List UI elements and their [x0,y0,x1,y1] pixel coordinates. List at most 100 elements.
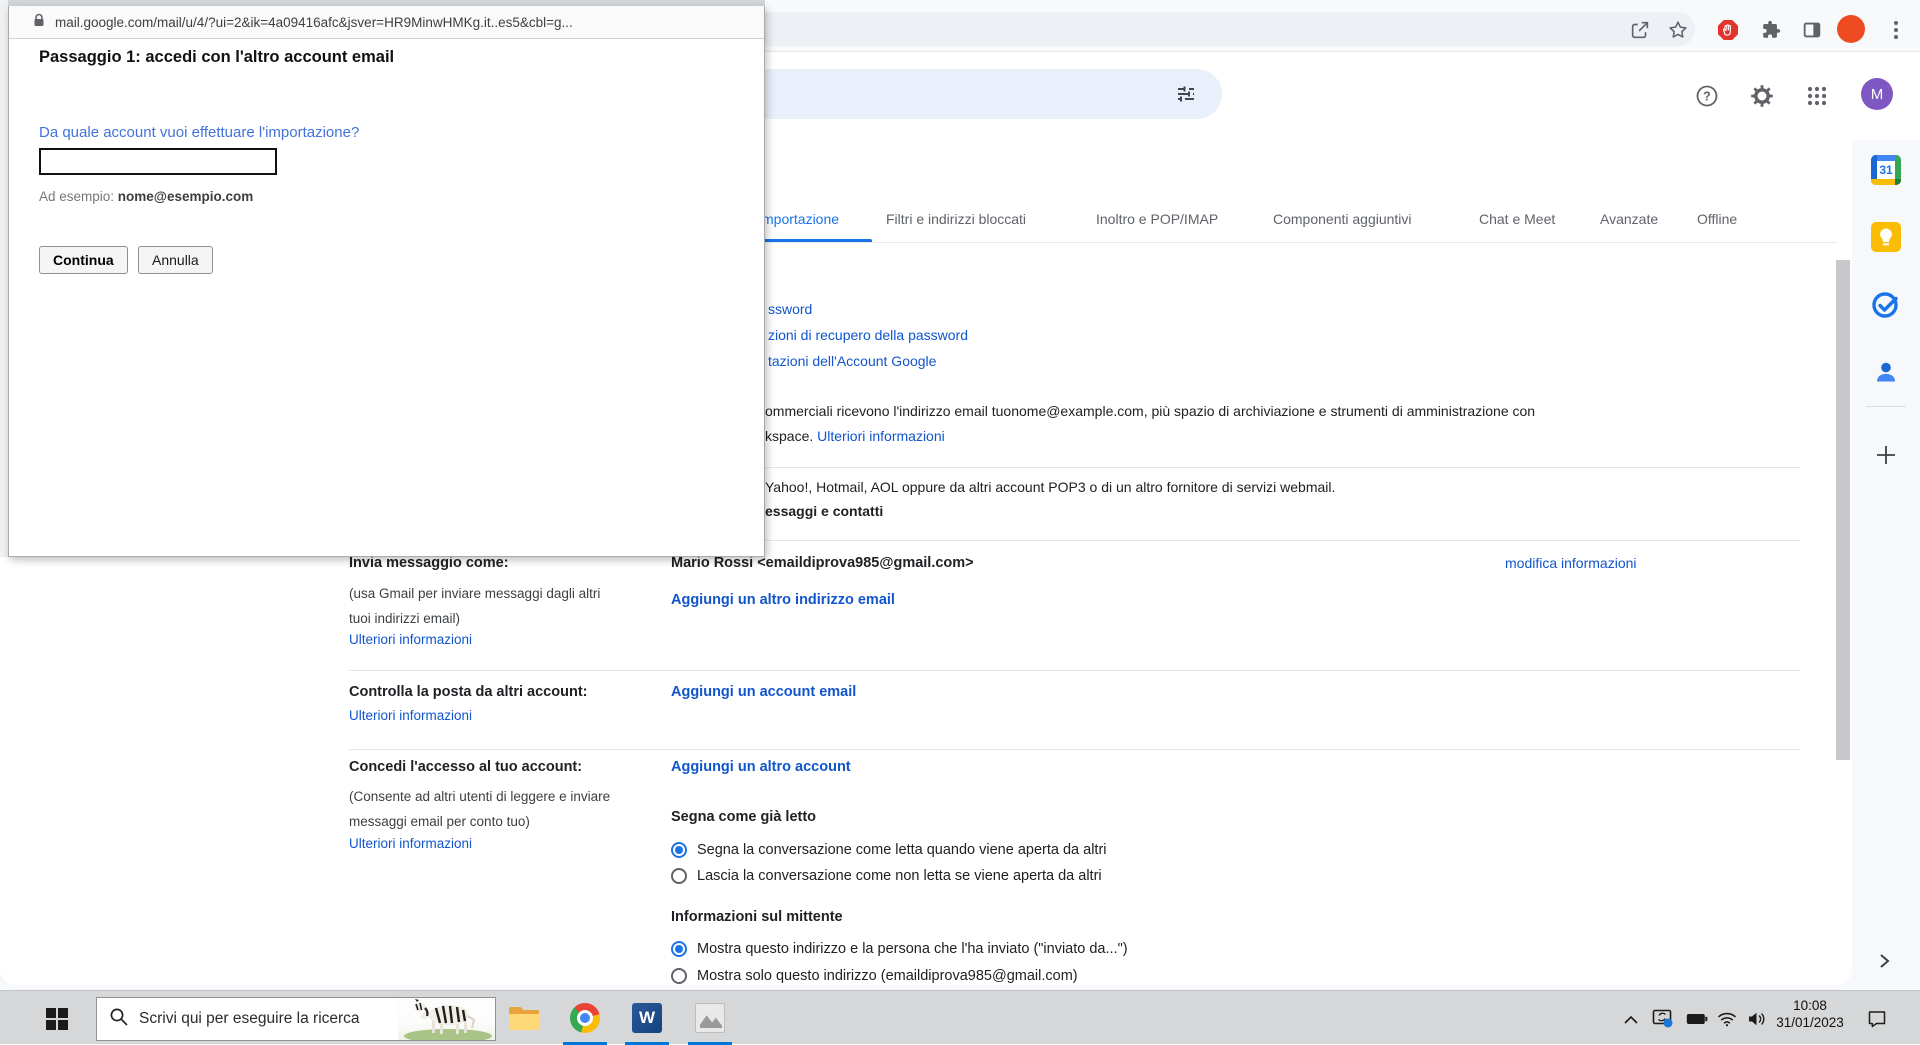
cancel-button[interactable]: Annulla [138,246,213,274]
side-panel-divider [1866,406,1906,407]
tab-advanced[interactable]: Avanzate [1600,211,1658,227]
radio-button-selected[interactable] [671,941,687,957]
contacts-icon[interactable] [1869,355,1903,389]
chrome-icon[interactable] [569,1002,601,1034]
workspace-more-link[interactable]: Ulteriori informazioni [817,428,945,444]
photos-app-icon[interactable] [694,1002,726,1034]
radio-label: Lascia la conversazione come non letta s… [697,868,1102,884]
example-hint: Ad esempio: nome@esempio.com [39,189,253,204]
display-sync-icon[interactable] [1652,1009,1674,1029]
wifi-icon[interactable] [1716,1009,1738,1029]
grant-access-description: (Consente ad altri utenti di leggere e i… [349,784,625,834]
browser-profile-avatar[interactable] [1837,15,1865,43]
search-placeholder: Scrivi qui per eseguire la ricerca [139,1010,398,1028]
windows-start-icon[interactable] [46,1008,68,1030]
radio-button[interactable] [671,868,687,884]
import-messages-contacts-link[interactable]: essaggi e contatti [765,503,883,519]
chevron-up-icon[interactable] [1620,1009,1642,1029]
row-divider [349,749,1800,750]
add-another-account-link[interactable]: Aggiungi un altro account [671,759,851,775]
zebra-image [398,998,495,1040]
adblock-icon[interactable] [1716,18,1740,42]
send-as-label: Invia messaggio come: [349,555,509,571]
search-icon [109,1007,129,1032]
example-hint-email: nome@esempio.com [118,189,253,204]
taskbar-search-box[interactable]: Scrivi qui per eseguire la ricerca [96,997,496,1041]
scrollbar[interactable] [1836,260,1850,760]
window-edge [0,0,8,557]
check-mail-more-link[interactable]: Ulteriori informazioni [349,708,472,723]
clock-date: 31/01/2023 [1770,1014,1850,1031]
tab-offline[interactable]: Offline [1697,211,1737,227]
import-text: Yahoo!, Hotmail, AOL oppure da altri acc… [765,479,1335,495]
password-recovery-link[interactable]: zioni di recupero della password [768,327,968,343]
radio-label: Mostra questo indirizzo e la persona che… [697,941,1128,957]
change-password-link[interactable]: ssword [768,301,812,317]
share-icon[interactable] [1628,18,1652,42]
grant-access-more-link[interactable]: Ulteriori informazioni [349,836,472,851]
search-options-tune-icon[interactable] [1172,80,1200,108]
sender-info-heading: Informazioni sul mittente [671,909,843,925]
side-panel-icon[interactable] [1800,18,1824,42]
extensions-puzzle-icon[interactable] [1759,18,1783,42]
import-step1-popup: mail.google.com/mail/u/4/?ui=2&ik=4a0941… [8,6,765,557]
radio-label: Mostra solo questo indirizzo (emaildipro… [697,968,1078,984]
example-hint-label: Ad esempio: [39,189,118,204]
radio-button-selected[interactable] [671,842,687,858]
mark-read-option-1[interactable]: Segna la conversazione come letta quando… [671,842,1107,858]
add-mail-account-link[interactable]: Aggiungi un account email [671,684,856,700]
battery-icon[interactable] [1686,1009,1708,1029]
email-account-input[interactable] [39,148,277,175]
apps-grid-icon[interactable] [1803,82,1831,110]
grant-access-label: Concedi l'accesso al tuo account: [349,759,582,775]
tab-account-import[interactable]: mportazione [762,211,839,227]
svg-text:?: ? [1703,90,1711,104]
lock-icon [33,13,45,32]
sender-info-option-2[interactable]: Mostra solo questo indirizzo (emaildipro… [671,968,1078,984]
add-email-address-link[interactable]: Aggiungi un altro indirizzo email [671,592,895,608]
chevron-right-icon[interactable] [1876,952,1892,975]
windows-taskbar: Scrivi qui per eseguire la ricerca W [0,990,1920,1044]
edit-info-link[interactable]: modifica informazioni [1505,555,1637,571]
keep-icon[interactable] [1869,220,1903,254]
calendar-icon[interactable]: 31 [1869,153,1903,187]
taskbar-clock[interactable]: 10:08 31/01/2023 [1770,997,1850,1031]
send-as-value: Mario Rossi <emaildiprova985@gmail.com> [671,555,974,571]
word-icon[interactable]: W [631,1002,663,1034]
mark-read-heading: Segna come già letto [671,809,816,825]
workspace-text-line1: ommerciali ricevono l'indirizzo email tu… [765,403,1535,419]
settings-gear-icon[interactable] [1748,82,1776,110]
send-as-description: (usa Gmail per inviare messaggi dagli al… [349,581,625,631]
tab-chat-meet[interactable]: Chat e Meet [1479,211,1555,227]
mark-read-option-2[interactable]: Lascia la conversazione come non letta s… [671,868,1102,884]
notification-center-icon[interactable] [1866,1009,1888,1029]
import-account-question: Da quale account vuoi effettuare l'impor… [39,124,359,141]
file-explorer-icon[interactable] [508,1002,540,1034]
google-side-panel: 31 [1854,140,1920,990]
browser-menu-icon[interactable] [1884,18,1908,42]
continue-button[interactable]: Continua [39,246,128,274]
get-addons-plus-icon[interactable] [1869,438,1903,472]
help-icon[interactable]: ? [1693,82,1721,110]
popup-url-text: mail.google.com/mail/u/4/?ui=2&ik=4a0941… [55,15,573,30]
clock-time: 10:08 [1770,997,1850,1014]
row-divider [349,670,1800,671]
gmail-account-avatar[interactable]: M [1861,78,1893,110]
radio-button[interactable] [671,968,687,984]
tab-filters-blocked[interactable]: Filtri e indirizzi bloccati [886,211,1026,227]
workspace-text-prefix: kspace. [765,428,817,444]
google-account-settings-link[interactable]: tazioni dell'Account Google [768,353,936,369]
sender-info-option-1[interactable]: Mostra questo indirizzo e la persona che… [671,941,1128,957]
tab-forwarding-pop-imap[interactable]: Inoltro e POP/IMAP [1096,211,1218,227]
tab-add-ons[interactable]: Componenti aggiuntivi [1273,211,1412,227]
popup-url-bar: mail.google.com/mail/u/4/?ui=2&ik=4a0941… [9,6,764,39]
volume-icon[interactable] [1746,1009,1768,1029]
tasks-icon[interactable] [1869,288,1903,322]
popup-title: Passaggio 1: accedi con l'altro account … [39,48,394,67]
workspace-text-line2: kspace. Ulteriori informazioni [765,428,945,444]
send-as-more-link[interactable]: Ulteriori informazioni [349,632,472,647]
check-mail-label: Controlla la posta da altri account: [349,684,587,700]
bookmark-star-icon[interactable] [1666,18,1690,42]
radio-label: Segna la conversazione come letta quando… [697,842,1107,858]
active-tab-indicator [755,239,872,242]
